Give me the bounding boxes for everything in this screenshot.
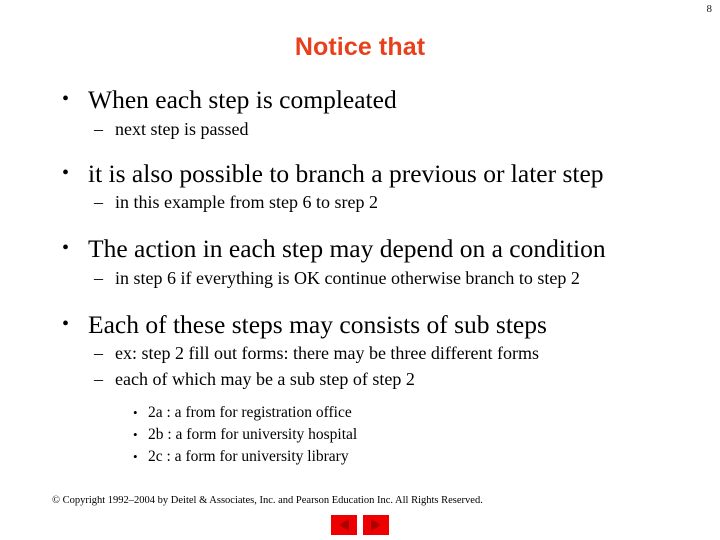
bullet-text: Each of these steps may consists of sub … <box>88 309 547 339</box>
bullet-marker-level1: • <box>62 161 70 184</box>
bullet-level2: – each of which may be a sub step of ste… <box>0 368 720 392</box>
bullet-marker-level3: • <box>133 427 138 443</box>
navigation-bar <box>0 515 720 535</box>
bullet-subgroup: • 2a : a from for registration office • … <box>0 402 720 468</box>
triangle-left-icon <box>339 519 349 531</box>
bullet-text: in this example from step 6 to srep 2 <box>115 192 378 213</box>
bullet-level2: – in step 6 if everything is OK continue… <box>0 267 720 291</box>
bullet-marker-level2: – <box>94 343 103 364</box>
bullet-text: next step is passed <box>115 118 249 139</box>
bullet-level2: – next step is passed <box>0 118 720 142</box>
bullet-marker-level1: • <box>62 88 70 110</box>
next-slide-button[interactable] <box>363 515 389 535</box>
bullet-text: When each step is compleated <box>88 85 397 114</box>
bullet-level3: • 2c : a form for university library <box>0 446 720 468</box>
bullet-level3: • 2b : a form for university hospital <box>0 424 720 446</box>
bullet-level1: • it is also possible to branch a previo… <box>0 158 720 190</box>
bullet-text: in step 6 if everything is OK continue o… <box>115 267 580 288</box>
bullet-marker-level2: – <box>94 192 103 213</box>
bullet-marker-level2: – <box>94 118 103 139</box>
bullet-marker-level3: • <box>133 405 138 421</box>
bullet-group: • Each of these steps may consists of su… <box>0 309 720 468</box>
bullet-group: • it is also possible to branch a previo… <box>0 158 720 216</box>
bullet-group: • When each step is compleated – next st… <box>0 84 720 142</box>
bullet-level2: – in this example from step 6 to srep 2 <box>0 191 720 215</box>
bullet-text: The action in each step may depend on a … <box>88 234 606 264</box>
slide-body: • When each step is compleated – next st… <box>0 84 720 468</box>
bullet-text: 2a : a from for registration office <box>148 404 352 422</box>
bullet-level2: – ex: step 2 fill out forms: there may b… <box>0 342 720 366</box>
bullet-marker-level1: • <box>62 237 70 260</box>
bullet-marker-level3: • <box>133 449 138 465</box>
triangle-right-icon <box>371 519 381 531</box>
bullet-text: each of which may be a sub step of step … <box>115 369 415 390</box>
bullet-text: ex: step 2 fill out forms: there may be … <box>115 343 540 364</box>
bullet-level3: • 2a : a from for registration office <box>0 402 720 424</box>
bullet-level1: • The action in each step may depend on … <box>0 233 720 265</box>
bullet-text: 2c : a form for university library <box>148 448 349 466</box>
bullet-marker-level2: – <box>94 369 103 390</box>
previous-slide-button[interactable] <box>331 515 357 535</box>
page-title: Notice that <box>294 33 426 61</box>
copyright-notice: © Copyright 1992–2004 by Deitel & Associ… <box>52 495 483 506</box>
bullet-marker-level1: • <box>62 312 70 335</box>
page-number: 8 <box>706 3 713 15</box>
slide: 8 Notice that • When each step is comple… <box>0 0 720 540</box>
bullet-level1: • When each step is compleated <box>0 84 720 116</box>
bullet-text: it is also possible to branch a previous… <box>88 158 604 188</box>
bullet-level1: • Each of these steps may consists of su… <box>0 309 720 341</box>
bullet-group: • The action in each step may depend on … <box>0 233 720 291</box>
bullet-text: 2b : a form for university hospital <box>148 426 358 444</box>
bullet-marker-level2: – <box>94 267 103 288</box>
